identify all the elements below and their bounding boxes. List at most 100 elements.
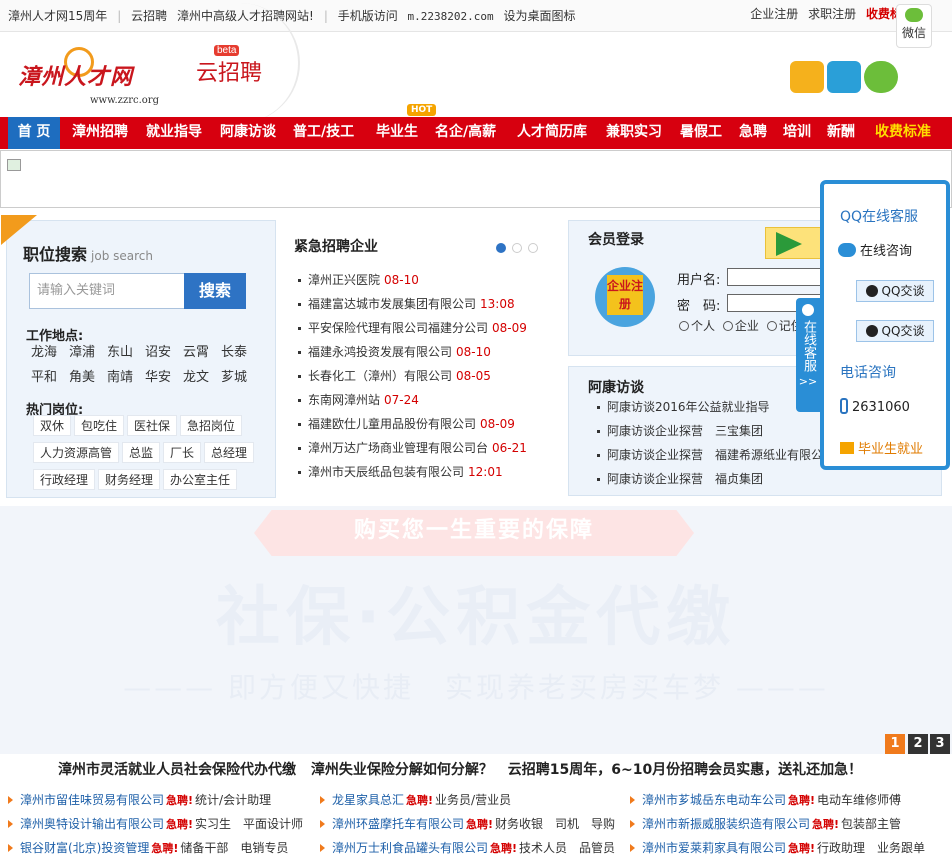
online-service-tab[interactable]: 在线客服 >>: [796, 298, 820, 412]
weibo-icon[interactable]: [790, 61, 824, 93]
list-item[interactable]: 漳州正兴医院 08-10: [298, 268, 527, 292]
location-link[interactable]: 东山: [107, 341, 145, 360]
list-item[interactable]: 阿康访谈企业探营 三宝集团: [596, 419, 835, 443]
company-register-button[interactable]: 企业注册: [595, 267, 655, 327]
list-item[interactable]: 福建富达城市发展集团有限公司 13:08: [298, 292, 527, 316]
nav-fees[interactable]: 收费标准: [875, 117, 931, 149]
slide-page-1[interactable]: 1: [885, 734, 905, 754]
list-item[interactable]: 漳州市天辰纸品包装有限公司 12:01: [298, 460, 527, 484]
list-item[interactable]: 漳州万达广场商业管理有限公司台 06-21: [298, 436, 527, 460]
search-button[interactable]: 搜索: [184, 273, 246, 309]
anniversary-link[interactable]: 漳州人才网15周年: [8, 9, 107, 23]
table-row[interactable]: 漳州市爱莱莉家具有限公司 急聘! 行政助理 业务跟单: [629, 836, 925, 860]
nav-graduates[interactable]: 毕业生: [376, 117, 418, 149]
qq-penguin-icon: [865, 285, 878, 297]
location-link[interactable]: 龙海: [31, 341, 69, 360]
table-row[interactable]: 银谷财富(北京)投资管理 急聘! 储备干部 电销专员: [7, 836, 288, 860]
table-row[interactable]: 漳州市留佳味贸易有限公司 急聘! 统计/会计助理: [7, 788, 271, 812]
hot-job-tag[interactable]: 财务经理: [98, 469, 161, 490]
nav-zhangzhou-jobs[interactable]: 漳州招聘: [72, 117, 128, 149]
hot-job-tag[interactable]: 双休: [33, 415, 72, 436]
yun-link[interactable]: 云招聘: [131, 9, 167, 23]
edit-icon: [840, 442, 854, 454]
promo-banner[interactable]: 购买您一生重要的保障 社保·公积金代缴 ——— 即方便又快捷 实现养老买房买车梦…: [0, 506, 952, 754]
online-service-tab-label: 在线客服: [801, 320, 816, 372]
phone-consult-title: 电话咨询: [840, 365, 896, 381]
desktop-icon-link[interactable]: 设为桌面图标: [503, 9, 575, 23]
company-register-link[interactable]: 企业注册: [750, 7, 798, 21]
list-item[interactable]: 阿康访谈企业探营 福贞集团: [596, 467, 835, 491]
ticker-item[interactable]: 漳州市灵活就业人员社会保险代办代缴: [58, 762, 296, 778]
location-link[interactable]: 芗城: [221, 366, 259, 385]
location-link[interactable]: 漳浦: [69, 341, 107, 360]
location-link[interactable]: 诏安: [145, 341, 183, 360]
location-link[interactable]: 华安: [145, 366, 183, 385]
location-link[interactable]: 云霄: [183, 341, 221, 360]
list-item[interactable]: 福建永鸿投资发展有限公司 08-10: [298, 340, 527, 364]
hot-job-tag[interactable]: 厂长: [163, 442, 202, 463]
location-link[interactable]: 南靖: [107, 366, 145, 385]
radio-remember[interactable]: [766, 321, 777, 331]
nav-salary[interactable]: 新酬: [827, 117, 855, 149]
list-item[interactable]: 东南网漳州站 07-24: [298, 388, 527, 412]
nav-home[interactable]: 首 页: [8, 117, 60, 149]
site-logo[interactable]: 漳州人才网 www.zzrc.org: [18, 41, 178, 109]
nav-summer-jobs[interactable]: 暑假工: [680, 117, 722, 149]
hot-job-tag[interactable]: 包吃住: [74, 415, 125, 436]
nav-resume-db[interactable]: 人才简历库: [517, 117, 587, 149]
paipai-icon[interactable]: [827, 61, 861, 93]
radio-company[interactable]: [722, 321, 733, 331]
graduate-employment-link[interactable]: 毕业生就业: [840, 438, 923, 457]
qq-chat-button[interactable]: QQ交谈: [856, 280, 934, 302]
slide-page-2[interactable]: 2: [908, 734, 928, 754]
carousel-dot[interactable]: [496, 243, 506, 253]
ticker-item[interactable]: 漳州失业保险分解如何分解？: [311, 762, 493, 778]
table-row[interactable]: 漳州万士利食品罐头有限公司 急聘! 技术人员 品管员: [319, 836, 615, 860]
table-row[interactable]: 龙星家具总汇 急聘! 业务员/营业员: [319, 788, 511, 812]
hot-job-tag[interactable]: 人力资源高管: [33, 442, 120, 463]
username-label: 用户名:: [677, 273, 721, 288]
location-link[interactable]: 龙文: [183, 366, 221, 385]
hot-job-tag[interactable]: 医社保: [127, 415, 178, 436]
table-row[interactable]: 漳州奥特设计输出有限公司 急聘! 实习生 平面设计师: [7, 812, 303, 836]
mobile-url[interactable]: m.2238202.com: [408, 10, 494, 23]
table-row[interactable]: 漳州环盛摩托车有限公司 急聘! 财务收银 司机 导购: [319, 812, 615, 836]
nav-training[interactable]: 培训: [783, 117, 811, 149]
list-item[interactable]: 福建欧仕儿童用品股份有限公司 08-09: [298, 412, 527, 436]
list-item[interactable]: 阿康访谈企业探营 福建希源纸业有限公司: [596, 443, 835, 467]
list-item[interactable]: 平安保险代理有限公司福建分公司 08-09: [298, 316, 527, 340]
table-row[interactable]: 漳州市新振威服装织造有限公司 急聘! 包装部主管: [629, 812, 901, 836]
jobseeker-register-link[interactable]: 求职注册: [808, 7, 856, 21]
top-bar: 漳州人才网15周年 | 云招聘 漳州中高级人才招聘网站! | 手机版访问 m.223…: [0, 0, 952, 32]
nav-top-companies[interactable]: 名企/高薪: [435, 117, 496, 149]
hot-job-tag[interactable]: 总经理: [204, 442, 255, 463]
nav-urgent[interactable]: 急聘: [739, 117, 767, 149]
list-item[interactable]: 长春化工（漳州）有限公司 08-05: [298, 364, 527, 388]
hot-job-tag[interactable]: 总监: [122, 442, 161, 463]
carousel-dot[interactable]: [512, 243, 522, 253]
carousel-dot[interactable]: [528, 243, 538, 253]
table-row[interactable]: 漳州市芗城岳东电动车公司 急聘! 电动车维修师傅: [629, 788, 901, 812]
nav-part-time[interactable]: 兼职实习: [606, 117, 662, 149]
wechat-icon[interactable]: [864, 61, 898, 93]
promo-ribbon-text: 购买您一生重要的保障: [353, 518, 594, 543]
slide-page-3[interactable]: 3: [930, 734, 950, 754]
hot-job-tag[interactable]: 行政经理: [33, 469, 96, 490]
nav-akang-interview[interactable]: 阿康访谈: [220, 117, 276, 149]
ticker-item[interactable]: 云招聘15周年，6~10月份招聘会员实惠，送礼还加急！: [508, 762, 862, 778]
nav-career-guide[interactable]: 就业指导: [146, 117, 202, 149]
location-link[interactable]: 平和: [31, 366, 69, 385]
ad-banner[interactable]: [0, 150, 952, 208]
location-link[interactable]: 长泰: [221, 341, 259, 360]
qq-chat-button[interactable]: QQ交谈: [856, 320, 934, 342]
nav-workers[interactable]: 普工/技工: [293, 117, 354, 149]
search-input[interactable]: 请输入关键词: [29, 273, 185, 309]
radio-personal[interactable]: [679, 321, 689, 331]
qq-service-panel: QQ在线客服 在线咨询 QQ交谈 QQ交谈 电话咨询 2631060 毕业生就业: [820, 180, 950, 470]
online-consult-link[interactable]: 在线咨询: [838, 240, 912, 259]
hot-job-tag[interactable]: 急招岗位: [180, 415, 243, 436]
location-link[interactable]: 角美: [69, 366, 107, 385]
hot-job-tag[interactable]: 办公室主任: [163, 469, 238, 490]
search-title-en: job search: [91, 249, 153, 263]
login-title: 会员登录: [588, 232, 644, 248]
